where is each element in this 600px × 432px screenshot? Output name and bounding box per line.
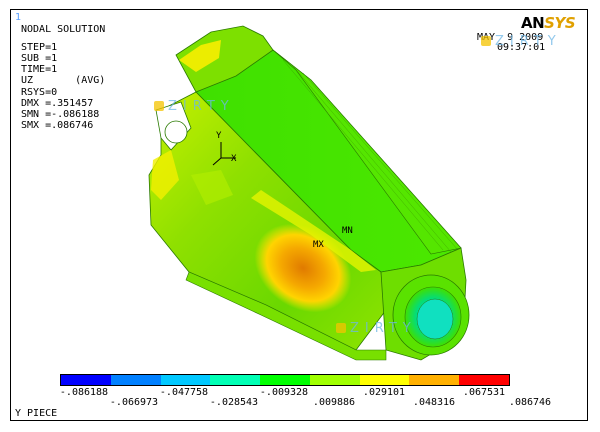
legend-label: .086746 (508, 397, 552, 408)
fe-model (148, 25, 470, 361)
legend-label: .029101 (362, 387, 406, 398)
triad-y-label: Y (216, 131, 222, 141)
triad-x-label: X (231, 154, 237, 164)
plot-caption: Y PIECE (15, 408, 58, 419)
legend-swatch (459, 375, 510, 385)
max-marker: MX (313, 240, 324, 250)
legend-label: .048316 (412, 397, 456, 408)
min-marker: MN (342, 226, 353, 236)
watermark: ZIRTY (481, 34, 562, 49)
legend-swatch (61, 375, 111, 385)
legend-label: -.009328 (259, 387, 309, 398)
legend-label: .067531 (462, 387, 506, 398)
legend-swatch (110, 375, 161, 385)
legend-swatch (409, 375, 460, 385)
graphics-window: 1 NODAL SOLUTION STEP=1 SUB =1 TIME=1 UZ… (10, 9, 588, 421)
legend-label: -.028543 (209, 397, 259, 408)
legend-swatch (359, 375, 410, 385)
legend-swatch (210, 375, 261, 385)
watermark: ZIRTY (336, 321, 417, 336)
legend-swatch (160, 375, 211, 385)
watermark: ZIRTY (154, 99, 235, 114)
legend-swatch (309, 375, 360, 385)
legend-swatch (260, 375, 310, 385)
legend-label: .009886 (312, 397, 356, 408)
contour-legend (60, 374, 510, 386)
legend-label: -.086188 (59, 387, 109, 398)
legend-label: -.047758 (159, 387, 209, 398)
legend-label: -.066973 (109, 397, 159, 408)
